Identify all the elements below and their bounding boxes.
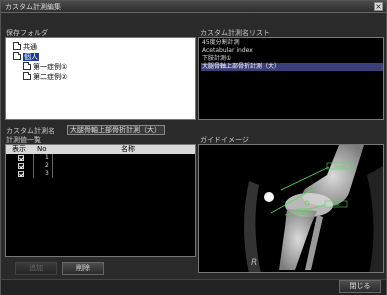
close-button[interactable]: 閉じる (339, 280, 381, 293)
measure-name-list[interactable]: 45度分割計測 Acetabular index 下肢計測① 大腿骨軸上部骨折計… (198, 37, 384, 120)
window-title: カスタム計測編集 (5, 3, 61, 11)
guide-label-a: angle (334, 164, 346, 169)
list-item[interactable]: 下肢計測① (201, 55, 383, 63)
table-header: 表示 No 名称 (6, 145, 195, 154)
knee-xray-image: angle line pt R (199, 145, 383, 272)
col-no: No (37, 145, 47, 153)
title-bar[interactable]: カスタム計測編集 × (1, 1, 386, 13)
col-name: 名称 (121, 145, 135, 153)
measure-name-input[interactable]: 大腿骨軸上部骨折計測（大） (67, 125, 165, 135)
custom-measure-dialog: カスタム計測編集 × 保存フォルダ 共通 個人 第一症例① 第二症例② カスタム… (0, 0, 387, 295)
values-table[interactable]: 表示 No 名称 1 2 3 (5, 144, 196, 257)
bottom-bar (1, 279, 386, 295)
folder-icon (13, 42, 21, 50)
tree-item-case-1[interactable]: 第一症例① (23, 62, 67, 71)
col-display: 表示 (12, 145, 26, 153)
display-checkbox[interactable] (18, 171, 24, 177)
guide-image: angle line pt R (198, 144, 384, 273)
folder-icon (23, 62, 31, 70)
list-item-selected[interactable]: 大腿骨軸上部骨折計測（大） (201, 63, 383, 71)
list-item[interactable]: 45度分割計測 (201, 39, 383, 47)
add-button[interactable]: 追加 (15, 262, 57, 275)
tree-item-case-2[interactable]: 第二症例② (23, 72, 67, 81)
list-item[interactable]: Acetabular index (201, 47, 383, 55)
guide-label-b: line (332, 202, 340, 207)
tree-item-common[interactable]: 共通 (13, 42, 37, 51)
display-checkbox[interactable] (18, 163, 24, 169)
display-checkbox[interactable] (18, 155, 24, 161)
side-marker: R (251, 258, 257, 268)
guide-label-c: pt (302, 209, 307, 214)
delete-button[interactable]: 削除 (62, 262, 104, 275)
table-row[interactable]: 3 (6, 170, 195, 178)
tree-item-personal[interactable]: 個人 (13, 52, 39, 61)
table-row[interactable]: 2 (6, 162, 195, 170)
folder-icon (13, 52, 21, 60)
folder-icon (23, 72, 31, 80)
close-icon[interactable]: × (374, 2, 383, 11)
folder-tree[interactable]: 共通 個人 第一症例① 第二症例② (5, 37, 196, 120)
table-row[interactable]: 1 (6, 154, 195, 162)
